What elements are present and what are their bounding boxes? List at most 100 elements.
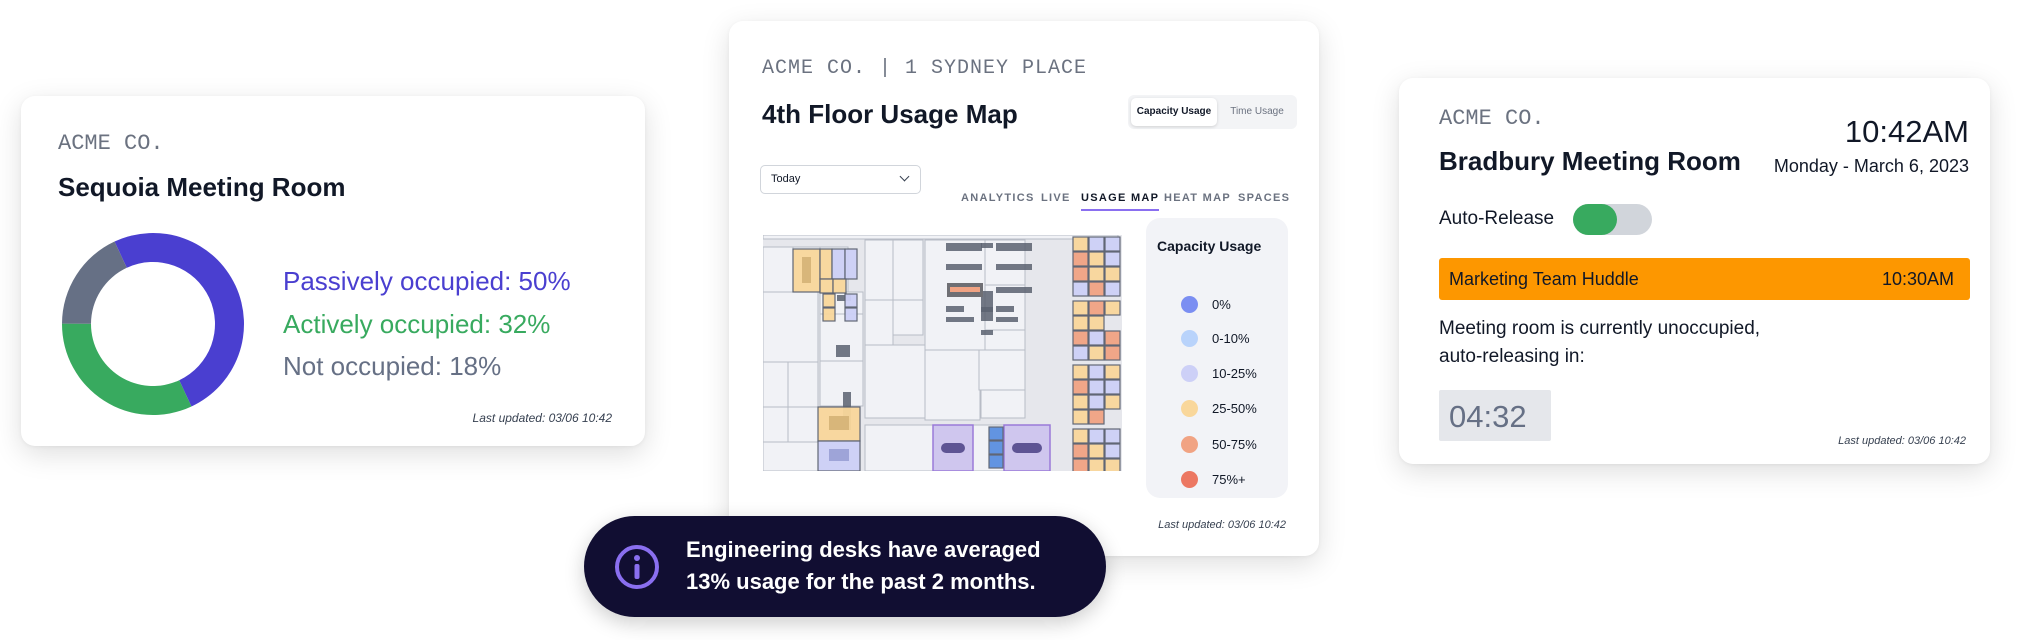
last-updated: Last updated: 03/06 10:42 <box>1838 435 1966 447</box>
desk[interactable] <box>988 426 1004 441</box>
space[interactable] <box>819 248 833 280</box>
desk[interactable] <box>1104 458 1121 471</box>
space[interactable] <box>844 307 858 322</box>
room <box>980 389 1026 419</box>
usage-map-card: ACME CO. | 1 SYDNEY PLACE 4th Floor Usag… <box>729 21 1319 556</box>
tab-heat-map[interactable]: HEAT MAP <box>1164 192 1231 204</box>
desk[interactable] <box>1088 266 1105 282</box>
legend-label: 25-50% <box>1212 401 1257 416</box>
tab-live[interactable]: LIVE <box>1041 192 1071 204</box>
desk[interactable] <box>1088 345 1105 361</box>
desk[interactable] <box>1088 458 1105 471</box>
date-range-select[interactable]: Today <box>760 165 921 194</box>
room <box>864 239 894 301</box>
desk[interactable] <box>1088 236 1105 252</box>
desk[interactable] <box>1104 443 1121 459</box>
room <box>892 299 924 336</box>
tab-usage-map[interactable]: USAGE MAP <box>1081 192 1160 211</box>
room <box>819 360 864 407</box>
chevron-down-icon <box>899 171 910 182</box>
legend-label: 50-75% <box>1212 437 1257 452</box>
legend-item: 50-75% <box>1181 436 1257 453</box>
desk[interactable] <box>1104 236 1121 252</box>
occupancy-donut-chart <box>62 233 244 415</box>
desk[interactable] <box>1088 428 1105 444</box>
desk[interactable] <box>1072 428 1089 444</box>
desk[interactable] <box>1104 266 1121 282</box>
desk[interactable] <box>1072 300 1089 316</box>
toggle-time-usage[interactable]: Time Usage <box>1220 98 1294 126</box>
desk[interactable] <box>1088 364 1105 380</box>
space[interactable] <box>831 248 846 280</box>
legend-label: 0% <box>1212 297 1231 312</box>
desk[interactable] <box>1104 364 1121 380</box>
legend-swatch <box>1181 400 1198 417</box>
desk[interactable] <box>1104 251 1121 267</box>
desk[interactable] <box>1072 315 1089 331</box>
space[interactable] <box>844 293 858 308</box>
room-title: Sequoia Meeting Room <box>58 172 346 202</box>
slice-active <box>62 323 192 415</box>
tab-analytics[interactable]: ANALYTICS <box>961 192 1035 204</box>
desk[interactable] <box>1072 409 1089 425</box>
bradbury-card: ACME CO. 10:42AM Bradbury Meeting Room M… <box>1399 78 1990 464</box>
last-updated: Last updated: 03/06 10:42 <box>472 411 612 425</box>
desk[interactable] <box>1088 281 1105 297</box>
current-meeting-bar[interactable]: Marketing Team Huddle 10:30AM <box>1439 258 1970 300</box>
desk[interactable] <box>1072 458 1089 471</box>
company-label: ACME CO. <box>1439 106 1545 131</box>
desk[interactable] <box>1072 379 1089 395</box>
tab-spaces[interactable]: SPACES <box>1238 192 1290 204</box>
desk[interactable] <box>1088 394 1105 410</box>
desk[interactable] <box>988 440 1004 455</box>
legend-title: Capacity Usage <box>1157 238 1262 254</box>
desk[interactable] <box>1104 394 1121 410</box>
space[interactable] <box>822 307 836 322</box>
space[interactable] <box>832 278 847 294</box>
space[interactable] <box>822 293 836 308</box>
desk[interactable] <box>1104 281 1121 297</box>
desk[interactable] <box>1104 330 1121 346</box>
desk[interactable] <box>1088 330 1105 346</box>
space[interactable] <box>819 278 834 294</box>
desk[interactable] <box>1072 330 1089 346</box>
company-label: ACME CO. <box>58 131 164 156</box>
space[interactable] <box>844 248 858 280</box>
desk[interactable] <box>1072 236 1089 252</box>
desk[interactable] <box>1072 394 1089 410</box>
toggle-capacity-usage[interactable]: Capacity Usage <box>1131 98 1217 126</box>
desk[interactable] <box>1072 281 1089 297</box>
tooltip-line-2: 13% usage for the past 2 months. <box>686 569 1036 594</box>
desk[interactable] <box>1088 443 1105 459</box>
legend-swatch <box>1181 436 1198 453</box>
room <box>763 246 794 293</box>
auto-release-toggle[interactable] <box>1573 204 1652 235</box>
desk[interactable] <box>1088 315 1105 331</box>
current-time: 10:42AM <box>1844 114 1969 149</box>
desk[interactable] <box>1088 379 1105 395</box>
room <box>763 361 789 408</box>
desk[interactable] <box>1072 266 1089 282</box>
room <box>787 406 819 443</box>
desk[interactable] <box>1088 251 1105 267</box>
toggle-knob <box>1573 204 1617 235</box>
desk[interactable] <box>1072 364 1089 380</box>
info-icon <box>615 545 659 589</box>
desk[interactable] <box>1072 443 1089 459</box>
map-title: 4th Floor Usage Map <box>762 99 1018 129</box>
desk[interactable] <box>1072 345 1089 361</box>
desk[interactable] <box>1088 300 1105 316</box>
legend-item: 10-25% <box>1181 365 1257 382</box>
desk[interactable] <box>1104 300 1121 316</box>
desk[interactable] <box>1104 345 1121 361</box>
desk[interactable] <box>988 454 1004 469</box>
usage-type-toggle: Capacity Usage Time Usage <box>1128 95 1297 129</box>
floor-plan-map[interactable] <box>763 235 1122 471</box>
desk[interactable] <box>1072 251 1089 267</box>
last-updated: Last updated: 03/06 10:42 <box>1158 519 1286 531</box>
desk[interactable] <box>1104 379 1121 395</box>
status-message-line-2: auto-releasing in: <box>1439 346 1585 367</box>
desk[interactable] <box>1104 428 1121 444</box>
tooltip-line-1: Engineering desks have averaged <box>686 537 1041 562</box>
desk[interactable] <box>1088 409 1105 425</box>
